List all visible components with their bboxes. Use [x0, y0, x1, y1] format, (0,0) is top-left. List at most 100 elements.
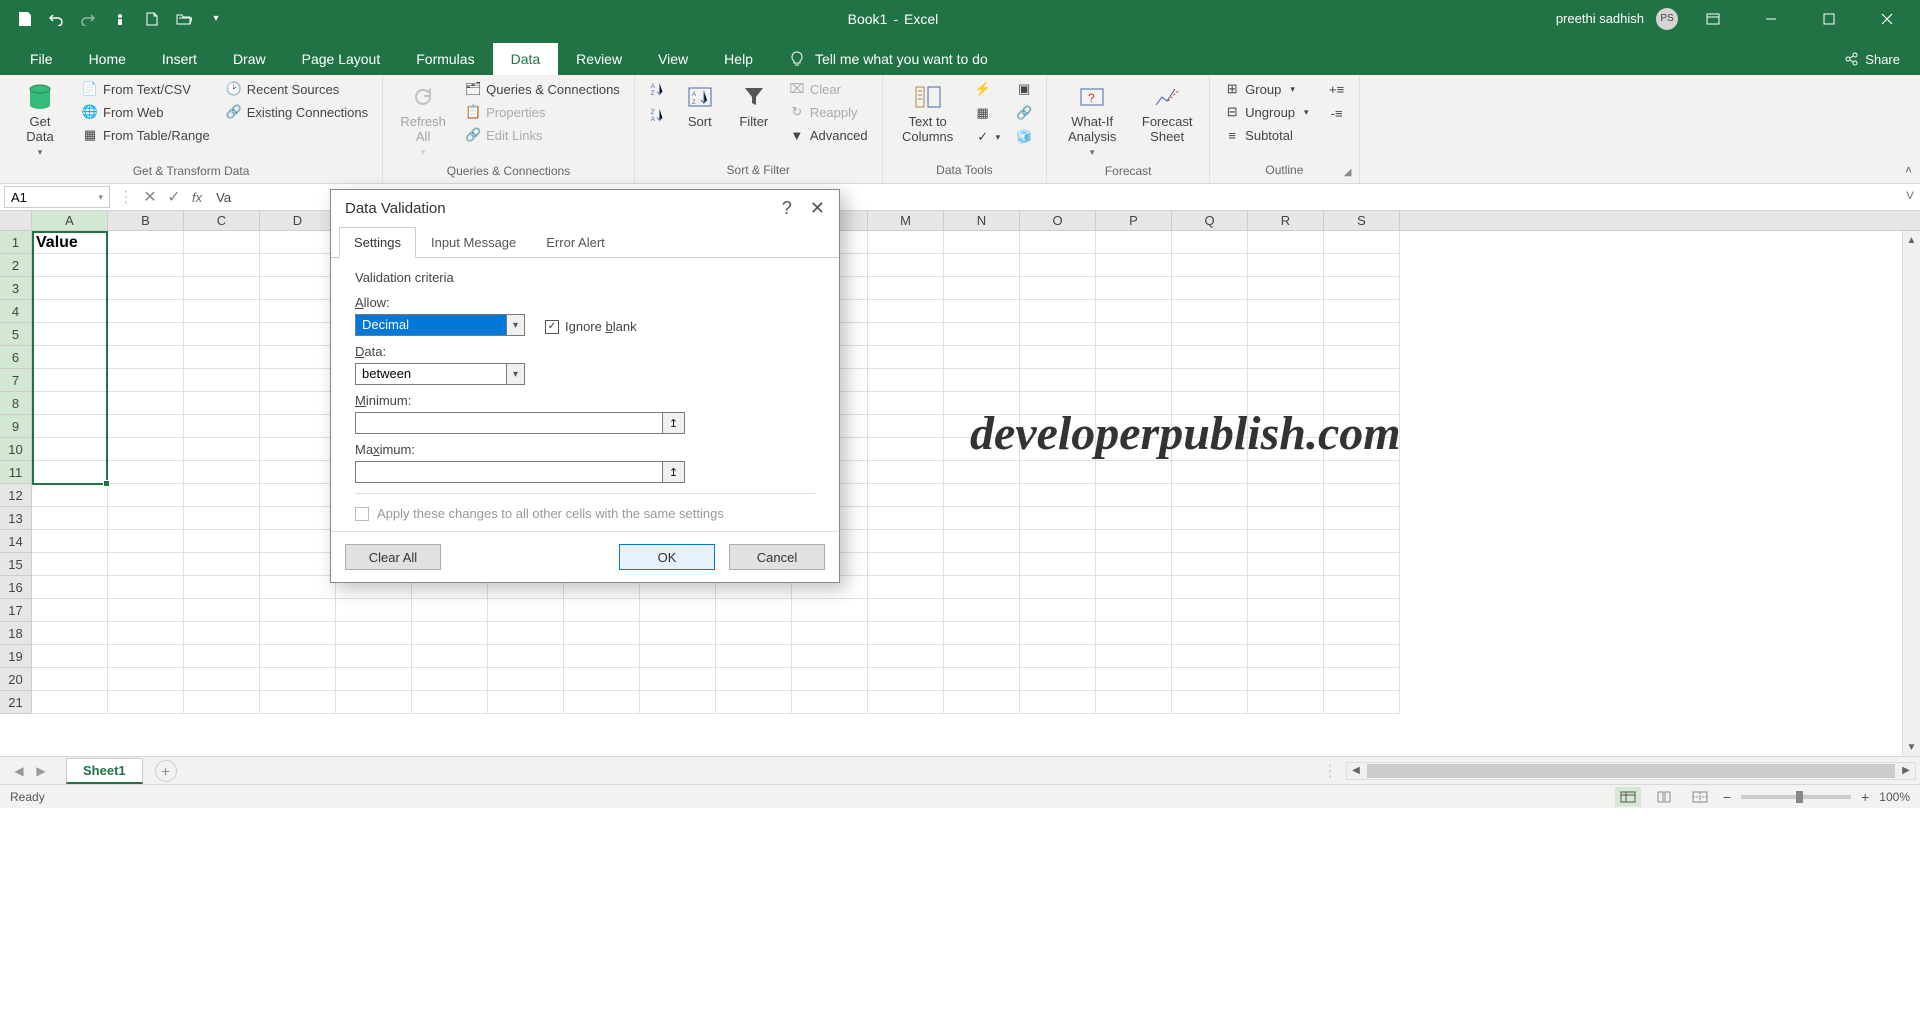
cell[interactable]: [108, 668, 184, 691]
cell[interactable]: [868, 668, 944, 691]
cell[interactable]: [32, 576, 108, 599]
relationships-button[interactable]: 🔗: [1012, 103, 1036, 123]
from-web-button[interactable]: 🌐From Web: [78, 102, 214, 122]
cell[interactable]: [564, 599, 640, 622]
cell[interactable]: [108, 507, 184, 530]
cell[interactable]: [32, 346, 108, 369]
row-header[interactable]: 9: [0, 415, 32, 438]
cell[interactable]: [260, 461, 336, 484]
column-header[interactable]: Q: [1172, 211, 1248, 230]
cell[interactable]: [640, 668, 716, 691]
ignore-blank-checkbox[interactable]: ✓ Ignore blank: [545, 319, 637, 334]
cell[interactable]: [1096, 668, 1172, 691]
cell[interactable]: [108, 691, 184, 714]
tab-formulas[interactable]: Formulas: [398, 43, 492, 75]
chevron-down-icon[interactable]: ▾: [506, 364, 524, 384]
row-header[interactable]: 21: [0, 691, 32, 714]
cell[interactable]: [868, 530, 944, 553]
cell[interactable]: [184, 438, 260, 461]
dialog-tab-input-message[interactable]: Input Message: [416, 227, 531, 258]
column-header[interactable]: N: [944, 211, 1020, 230]
cell[interactable]: [1248, 438, 1324, 461]
share-button[interactable]: Share: [1823, 43, 1920, 75]
cell[interactable]: [260, 369, 336, 392]
cell[interactable]: [260, 438, 336, 461]
cell[interactable]: [1172, 392, 1248, 415]
cell[interactable]: [108, 484, 184, 507]
cell[interactable]: [1172, 461, 1248, 484]
queries-connections-button[interactable]: 🗂Queries & Connections: [461, 79, 624, 99]
cell[interactable]: [32, 530, 108, 553]
cell[interactable]: [1020, 553, 1096, 576]
cell[interactable]: [32, 484, 108, 507]
cell[interactable]: [944, 346, 1020, 369]
cell[interactable]: [488, 668, 564, 691]
cell[interactable]: [1324, 323, 1400, 346]
cell[interactable]: [1096, 484, 1172, 507]
cell[interactable]: [1248, 300, 1324, 323]
cell[interactable]: [184, 553, 260, 576]
cell[interactable]: [716, 668, 792, 691]
cell[interactable]: [412, 691, 488, 714]
cell[interactable]: [792, 622, 868, 645]
cell[interactable]: [1324, 369, 1400, 392]
cell[interactable]: [868, 599, 944, 622]
cell[interactable]: [944, 622, 1020, 645]
scroll-down-button[interactable]: ▼: [1903, 738, 1920, 756]
cell[interactable]: [868, 553, 944, 576]
cell[interactable]: [1324, 300, 1400, 323]
cell[interactable]: [1096, 254, 1172, 277]
flash-fill-button[interactable]: ⚡: [971, 79, 1005, 99]
cell[interactable]: [32, 415, 108, 438]
cell[interactable]: [336, 668, 412, 691]
cell[interactable]: [1324, 254, 1400, 277]
cell[interactable]: [1324, 599, 1400, 622]
cell[interactable]: [944, 530, 1020, 553]
cell[interactable]: [184, 346, 260, 369]
cell[interactable]: [32, 300, 108, 323]
cell[interactable]: [868, 254, 944, 277]
cell[interactable]: [1096, 438, 1172, 461]
cell[interactable]: [1020, 369, 1096, 392]
cell[interactable]: [1096, 576, 1172, 599]
cell[interactable]: [488, 622, 564, 645]
cell[interactable]: [1172, 277, 1248, 300]
clear-filter-button[interactable]: ⌧Clear: [785, 79, 872, 99]
cell[interactable]: [868, 323, 944, 346]
cell[interactable]: [1020, 484, 1096, 507]
cell[interactable]: [412, 668, 488, 691]
cell[interactable]: [1172, 415, 1248, 438]
cell[interactable]: [108, 438, 184, 461]
cell[interactable]: [1324, 668, 1400, 691]
qat-customize-icon[interactable]: ▾: [202, 5, 230, 33]
select-all-corner[interactable]: [0, 211, 32, 230]
cell[interactable]: [184, 576, 260, 599]
column-header[interactable]: M: [868, 211, 944, 230]
ungroup-button[interactable]: ⊟Ungroup▾: [1220, 102, 1312, 122]
cell[interactable]: [108, 645, 184, 668]
cell[interactable]: [1096, 369, 1172, 392]
cell[interactable]: [564, 622, 640, 645]
cell[interactable]: [108, 323, 184, 346]
cell[interactable]: [1172, 507, 1248, 530]
scroll-left-button[interactable]: ◀: [1347, 763, 1365, 779]
cell[interactable]: [184, 622, 260, 645]
cell[interactable]: [640, 622, 716, 645]
zoom-level[interactable]: 100%: [1879, 790, 1910, 804]
cell[interactable]: [32, 461, 108, 484]
cell[interactable]: [1096, 415, 1172, 438]
cell[interactable]: [108, 622, 184, 645]
cell[interactable]: [1248, 691, 1324, 714]
text-to-columns-button[interactable]: Text to Columns: [893, 79, 963, 148]
cell[interactable]: [1324, 346, 1400, 369]
cell[interactable]: [108, 461, 184, 484]
cell[interactable]: [944, 392, 1020, 415]
cell[interactable]: [260, 231, 336, 254]
tab-draw[interactable]: Draw: [215, 43, 284, 75]
cell[interactable]: [1020, 645, 1096, 668]
cell[interactable]: [1020, 323, 1096, 346]
cell[interactable]: [184, 369, 260, 392]
sheet-tab-sheet1[interactable]: Sheet1: [66, 758, 143, 784]
tab-file[interactable]: File: [12, 43, 71, 75]
cell[interactable]: [1248, 645, 1324, 668]
